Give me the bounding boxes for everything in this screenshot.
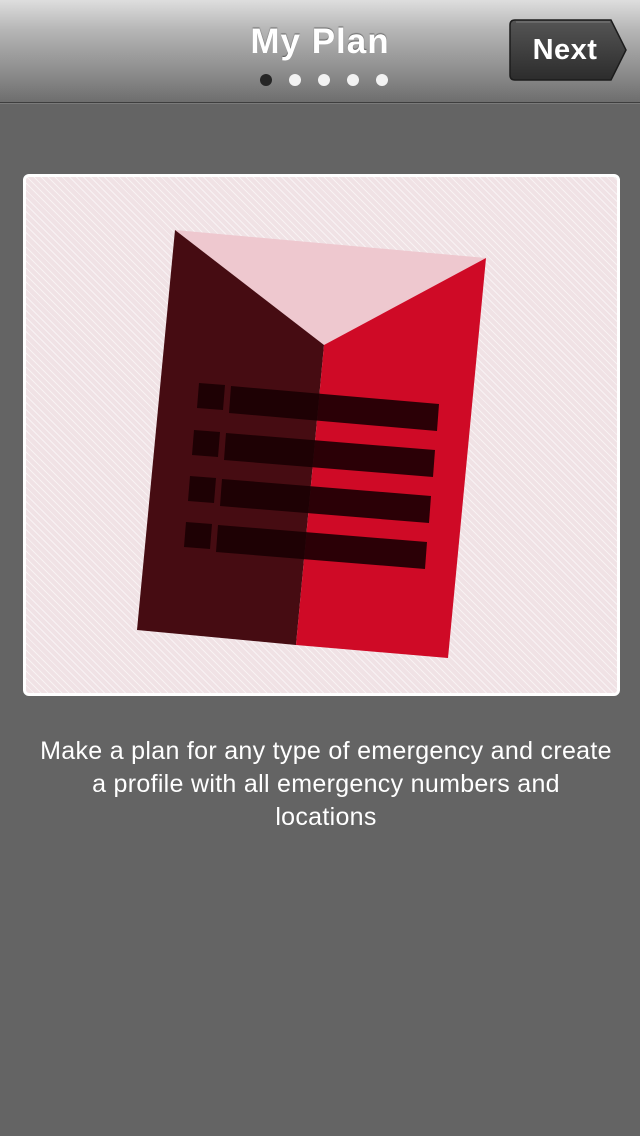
page-dot-1-active[interactable] [260, 74, 272, 86]
description-text: Make a plan for any type of emergency an… [40, 737, 612, 831]
illustration-card [23, 174, 620, 696]
page-dot-3[interactable] [318, 74, 330, 86]
page-dot-2[interactable] [289, 74, 301, 86]
page-dot-4[interactable] [347, 74, 359, 86]
list-bullet-1 [197, 383, 225, 410]
emergency-plan-document-icon [137, 230, 486, 658]
next-button[interactable]: Next [509, 19, 627, 81]
navigation-bar: My Plan Next [0, 0, 640, 103]
list-bullet-2 [192, 430, 220, 457]
list-bullet-4 [184, 522, 212, 549]
page-dot-5[interactable] [376, 74, 388, 86]
next-button-label: Next [532, 34, 598, 66]
list-bullet-3 [188, 476, 216, 503]
